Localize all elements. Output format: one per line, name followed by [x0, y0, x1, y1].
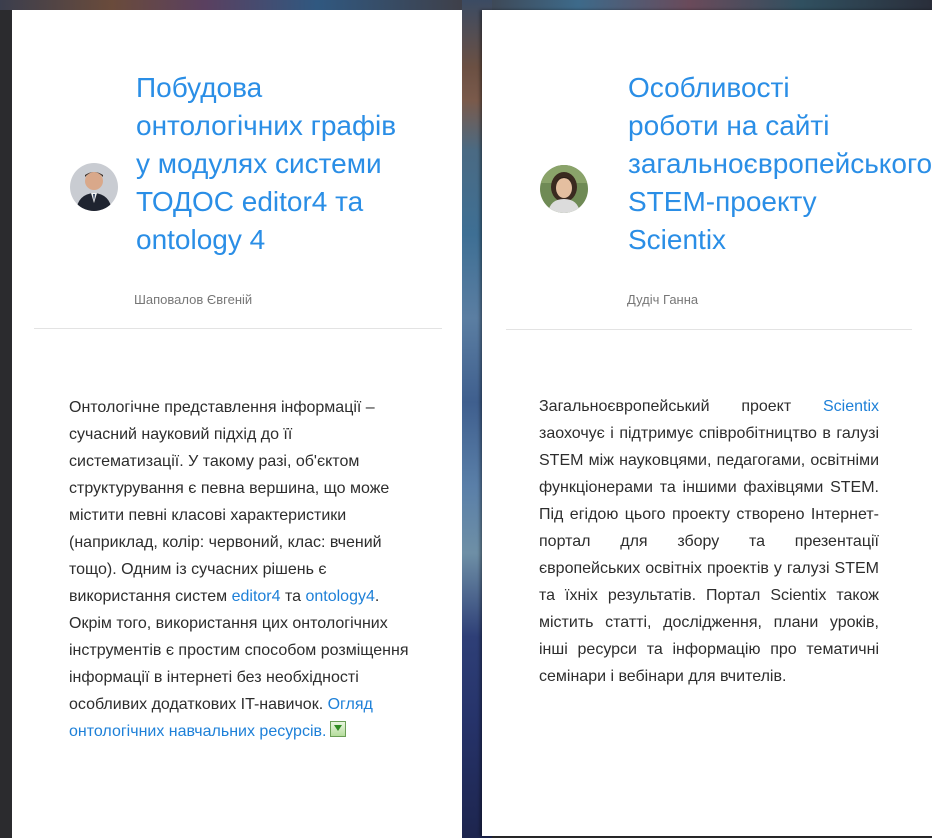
article-card-scientix: Особливості роботи на сайті загальноєвро…: [482, 10, 932, 836]
author-name: Дудіч Ганна: [627, 292, 699, 307]
article-title[interactable]: Побудова онтологічних графів у модулях с…: [136, 69, 446, 259]
article-body: Онтологічне представлення інформації – с…: [69, 399, 409, 740]
author-name: Шаповалов Євгеній: [134, 292, 253, 307]
article-body: Загальноєвропейський проект Scientix зао…: [539, 398, 879, 685]
article-title[interactable]: Особливості роботи на сайті загальноєвро…: [628, 69, 932, 259]
divider: [34, 328, 442, 329]
author-avatar[interactable]: [70, 163, 118, 211]
scientix-link[interactable]: Scientix: [823, 398, 879, 415]
download-icon[interactable]: [330, 721, 347, 737]
editor4-link[interactable]: editor4: [232, 588, 281, 605]
article-card-ontology: Побудова онтологічних графів у модулях с…: [12, 10, 462, 838]
ontology4-link[interactable]: ontology4: [305, 588, 374, 605]
author-avatar[interactable]: [540, 165, 588, 213]
divider: [506, 329, 912, 330]
